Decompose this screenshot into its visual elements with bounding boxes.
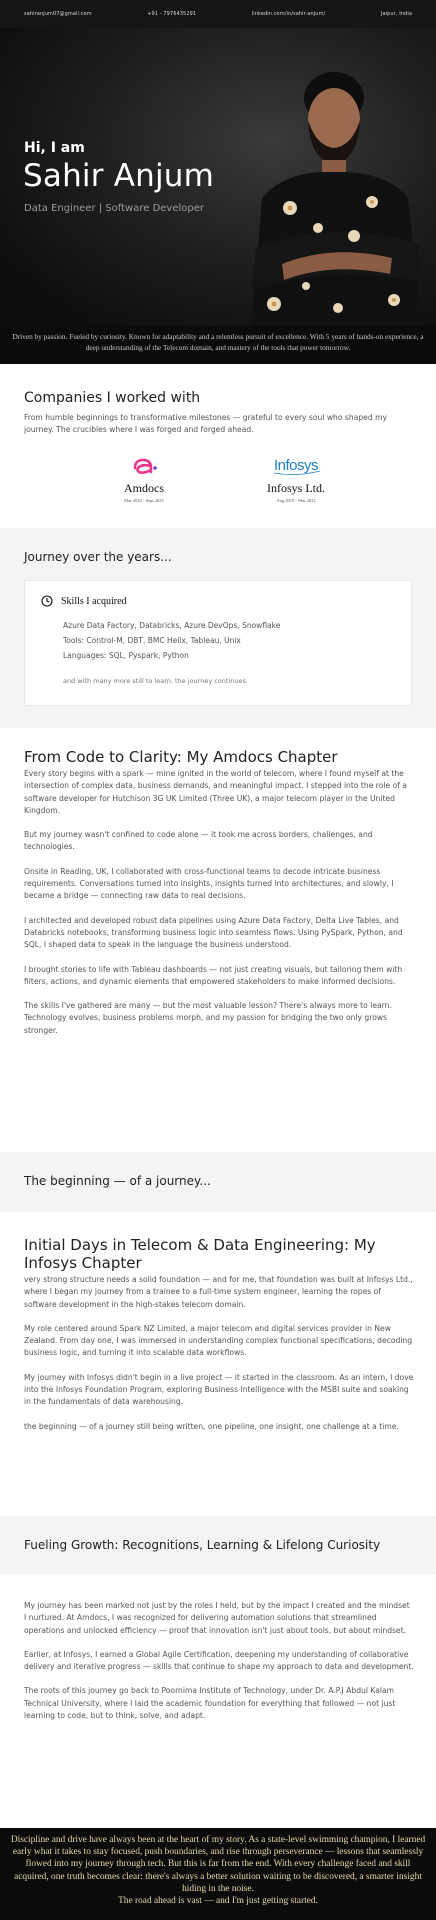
svg-text:Infosys: Infosys xyxy=(274,457,318,474)
beginning-title: The beginning — of a journey... xyxy=(24,1174,211,1188)
amdocs-paragraph: But my journey wasn't confined to code a… xyxy=(24,830,373,852)
hero-greeting: Hi, I am xyxy=(24,140,85,156)
phone-link[interactable]: +91 - 7976435291 xyxy=(147,11,196,17)
journey-section: Journey over the years... Skills I acqui… xyxy=(0,528,436,728)
companies-intro: From humble beginnings to transformative… xyxy=(24,413,387,434)
amdocs-paragraph: Every story begins with a spark — mine i… xyxy=(24,769,407,815)
skills-tech-line: Azure Data Factory, Databricks, Azure De… xyxy=(63,621,281,630)
skills-heading: Skills I acquired xyxy=(61,596,127,607)
company-amdocs[interactable]: Amdocs Mar 2022 - Sept 2025 xyxy=(104,454,184,503)
amdocs-chapter-title: From Code to Clarity: My Amdocs Chapter xyxy=(24,748,338,766)
amdocs-paragraph: I architected and developed robust data … xyxy=(24,915,403,950)
company-logos: Amdocs Mar 2022 - Sept 2025 Infosys Info… xyxy=(0,454,436,514)
amdocs-paragraph: Onsite in Reading, UK, I collaborated wi… xyxy=(24,866,394,901)
location-text: Jaipur, India xyxy=(380,11,412,17)
contact-bar: sahiranjum07@gmail.com +91 - 7976435291 … xyxy=(0,0,436,28)
company-name: Infosys Ltd. xyxy=(267,481,325,495)
infosys-paragraph: My journey with Infosys didn't begin in … xyxy=(24,1372,414,1407)
hero-name: Sahir Anjum xyxy=(23,158,215,194)
profile-portrait xyxy=(252,72,422,326)
infosys-paragraph: the beginning — of a journey still being… xyxy=(24,1421,399,1431)
company-dates: Mar 2022 - Sept 2025 xyxy=(124,498,164,503)
skills-more-text: and with many more still to learn, the j… xyxy=(63,677,248,685)
fueling-paragraph: The roots of this journey go back to Poo… xyxy=(24,1686,396,1721)
email-link[interactable]: sahiranjum07@gmail.com xyxy=(24,11,92,17)
clock-icon xyxy=(41,595,53,607)
infosys-chapter-title: Initial Days in Telecom & Data Engineeri… xyxy=(24,1236,376,1272)
company-name: Amdocs xyxy=(124,481,164,495)
hero-section: Hi, I am Sahir Anjum Data Engineer | Sof… xyxy=(0,28,436,326)
skills-card: Skills I acquired Azure Data Factory, Da… xyxy=(24,580,412,706)
skills-tools-line: Tools: Control-M, DBT, BMC Helix, Tablea… xyxy=(63,636,241,645)
amdocs-chapter: From Code to Clarity: My Amdocs Chapter … xyxy=(0,728,436,1152)
amdocs-logo-icon xyxy=(133,458,157,474)
infosys-paragraph: very strong structure needs a solid foun… xyxy=(24,1275,413,1309)
companies-section: Companies I worked with From humble begi… xyxy=(0,364,436,528)
hero-role: Data Engineer | Software Developer xyxy=(24,203,205,214)
hero-tagline: Driven by passion. Fueled by curiosity. … xyxy=(0,326,436,364)
beginning-banner: The beginning — of a journey... xyxy=(0,1152,436,1212)
footer-closing: Discipline and drive have always been at… xyxy=(0,1828,436,1920)
footer-closing-line: The road ahead is vast — and I'm just ge… xyxy=(118,1896,318,1907)
fueling-paragraph: My journey has been marked not just by t… xyxy=(24,1601,410,1635)
company-dates: Aug 2019 - Mar 2022 xyxy=(276,498,316,503)
journey-title: Journey over the years... xyxy=(24,550,172,564)
infosys-chapter: Initial Days in Telecom & Data Engineeri… xyxy=(0,1212,436,1516)
infosys-logo-icon: Infosys xyxy=(273,457,321,475)
amdocs-paragraph: The skills I've gathered are many — but … xyxy=(24,1001,392,1035)
fueling-paragraph: Earlier, at Infosys, I earned a Global A… xyxy=(24,1649,414,1672)
amdocs-paragraph: I brought stories to life with Tableau d… xyxy=(24,964,403,986)
skills-languages-line: Languages: SQL, Pyspark, Python xyxy=(63,651,189,660)
footer-text: Discipline and drive have always been at… xyxy=(10,1835,426,1894)
linkedin-link[interactable]: linkedin.com/in/sahir-anjum/ xyxy=(252,11,326,17)
company-infosys[interactable]: Infosys Infosys Ltd. Aug 2019 - Mar 2022 xyxy=(256,454,336,503)
fueling-section: My journey has been marked not just by t… xyxy=(0,1574,436,1828)
companies-title: Companies I worked with xyxy=(24,390,201,406)
fueling-banner: Fueling Growth: Recognitions, Learning &… xyxy=(0,1516,436,1574)
fueling-title: Fueling Growth: Recognitions, Learning &… xyxy=(24,1538,381,1552)
infosys-paragraph: My role centered around Spark NZ Limited… xyxy=(24,1323,413,1358)
